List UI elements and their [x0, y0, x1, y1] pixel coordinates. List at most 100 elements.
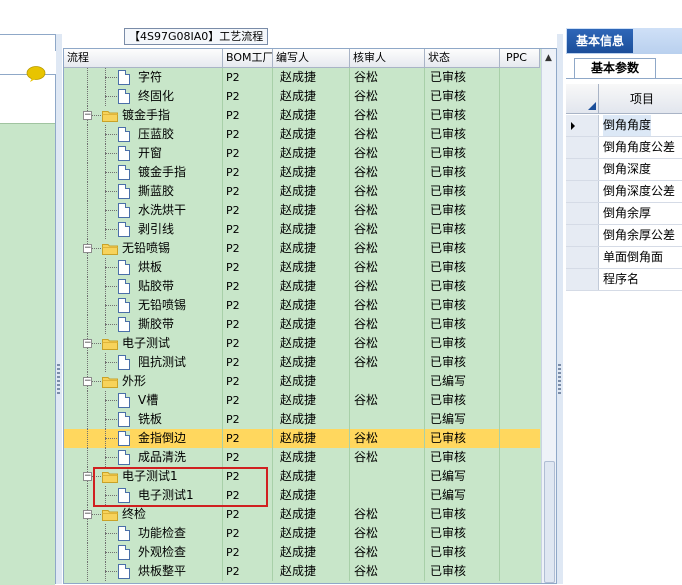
cell-divider: [222, 182, 223, 201]
cell-divider: [222, 543, 223, 562]
column-header-reviewer[interactable]: 核审人: [350, 49, 425, 68]
collapse-toggle-icon[interactable]: −: [83, 111, 92, 120]
writer-cell: 赵成捷: [280, 450, 317, 464]
writer-cell: 赵成捷: [280, 298, 317, 312]
collapse-toggle-icon[interactable]: −: [83, 339, 92, 348]
cell-divider: [272, 467, 273, 486]
row-indicator[interactable]: [566, 115, 599, 136]
collapse-toggle-icon[interactable]: −: [83, 510, 92, 519]
tree-guide-line: [105, 305, 117, 306]
collapse-toggle-icon[interactable]: −: [83, 244, 92, 253]
row-indicator[interactable]: [566, 225, 599, 246]
tree-step-row[interactable]: 压蓝胶 P2 赵成捷 谷松 已审核: [64, 125, 540, 144]
writer-cell: 赵成捷: [280, 222, 317, 236]
tree-step-row[interactable]: 终固化 P2 赵成捷 谷松 已审核: [64, 87, 540, 106]
tree-step-row[interactable]: 字符 P2 赵成捷 谷松 已审核: [64, 68, 540, 87]
collapse-toggle-icon[interactable]: −: [83, 472, 92, 481]
column-header-process[interactable]: 流程: [64, 49, 223, 68]
param-row[interactable]: 倒角余厚: [566, 203, 682, 225]
param-row[interactable]: 倒角余厚公差: [566, 225, 682, 247]
tree-guide-line: [105, 362, 117, 363]
right-splitter[interactable]: [557, 34, 563, 584]
cell-divider: [349, 334, 350, 353]
params-header-item[interactable]: 项目: [630, 84, 654, 114]
cell-divider: [499, 429, 500, 448]
row-indicator[interactable]: [566, 137, 599, 158]
tree-group-row[interactable]: − 终检 P2 赵成捷 谷松 已审核: [64, 505, 540, 524]
tree-step-row[interactable]: 铣板 P2 赵成捷 已编写: [64, 410, 540, 429]
tree-step-row[interactable]: 金指倒边 P2 赵成捷 谷松 已审核: [64, 429, 540, 448]
row-indicator[interactable]: [566, 247, 599, 268]
bom-cell: P2: [226, 280, 240, 293]
row-indicator[interactable]: [566, 159, 599, 180]
tree-step-row[interactable]: 水洗烘干 P2 赵成捷 谷松 已审核: [64, 201, 540, 220]
row-indicator[interactable]: [566, 269, 599, 290]
row-indicator[interactable]: [566, 181, 599, 202]
document-title-tab[interactable]: 【4S97G08IA0】工艺流程: [124, 28, 269, 45]
tree-step-row[interactable]: 外观检查 P2 赵成捷 谷松 已审核: [64, 543, 540, 562]
param-row[interactable]: 倒角深度公差: [566, 181, 682, 203]
comment-icon[interactable]: [26, 66, 46, 82]
tree-group-row[interactable]: − 外形 P2 赵成捷 已编写: [64, 372, 540, 391]
cell-divider: [222, 106, 223, 125]
cell-divider: [424, 467, 425, 486]
tree-step-row[interactable]: 开窗 P2 赵成捷 谷松 已审核: [64, 144, 540, 163]
tree-guide-line: [87, 562, 88, 581]
tree-step-row[interactable]: 贴胶带 P2 赵成捷 谷松 已审核: [64, 277, 540, 296]
tree-step-row[interactable]: V槽 P2 赵成捷 谷松 已审核: [64, 391, 540, 410]
param-row[interactable]: 倒角深度: [566, 159, 682, 181]
cell-divider: [499, 68, 500, 87]
left-splitter-grip[interactable]: [57, 364, 60, 394]
column-header-writer[interactable]: 编写人: [273, 49, 350, 68]
cell-divider: [349, 562, 350, 581]
tree-step-row[interactable]: 镀金手指 P2 赵成捷 谷松 已审核: [64, 163, 540, 182]
tree-guide-line: [105, 552, 117, 553]
bom-cell: P2: [226, 90, 240, 103]
tree-step-row[interactable]: 功能检查 P2 赵成捷 谷松 已审核: [64, 524, 540, 543]
cell-divider: [349, 353, 350, 372]
tab-basic-info[interactable]: 基本信息: [567, 29, 633, 53]
param-row[interactable]: 程序名: [566, 269, 682, 291]
bom-cell: P2: [226, 432, 240, 445]
left-splitter[interactable]: [56, 34, 62, 584]
tree-step-row[interactable]: 烘板整平 P2 赵成捷 谷松 已审核: [64, 562, 540, 581]
param-name: 倒角深度公差: [603, 184, 676, 198]
column-header-ppc[interactable]: PPC: [500, 49, 540, 68]
cell-divider: [499, 505, 500, 524]
tree-step-row[interactable]: 撕胶带 P2 赵成捷 谷松 已审核: [64, 315, 540, 334]
reviewer-cell: 谷松: [354, 317, 379, 331]
tree-step-row[interactable]: 成品清洗 P2 赵成捷 谷松 已审核: [64, 448, 540, 467]
tree-step-row[interactable]: 烘板 P2 赵成捷 谷松 已审核: [64, 258, 540, 277]
collapse-toggle-icon[interactable]: −: [83, 377, 92, 386]
scrollbar-thumb[interactable]: [544, 461, 555, 583]
param-row[interactable]: 倒角角度: [566, 115, 682, 137]
grid-vertical-scrollbar[interactable]: ▲: [541, 49, 556, 583]
row-indicator[interactable]: [566, 203, 599, 224]
tree-guide-line: [87, 486, 88, 505]
tree-step-row[interactable]: 无铅喷锡 P2 赵成捷 谷松 已审核: [64, 296, 540, 315]
cell-divider: [272, 315, 273, 334]
column-header-bom[interactable]: BOM工厂: [223, 49, 273, 68]
status-cell: 已审核: [430, 70, 467, 84]
tab-basic-params[interactable]: 基本参数: [574, 58, 656, 78]
right-splitter-grip[interactable]: [558, 364, 561, 394]
param-row[interactable]: 倒角角度公差: [566, 137, 682, 159]
scroll-up-arrow-icon[interactable]: ▲: [545, 53, 552, 63]
tree-step-row[interactable]: 阻抗测试 P2 赵成捷 谷松 已审核: [64, 353, 540, 372]
cell-divider: [349, 87, 350, 106]
tree-guide-line: [105, 324, 117, 325]
param-row[interactable]: 单面倒角面: [566, 247, 682, 269]
step-name: 烘板整平: [138, 564, 187, 578]
status-cell: 已审核: [430, 298, 467, 312]
tree-step-row[interactable]: 剥引线 P2 赵成捷 谷松 已审核: [64, 220, 540, 239]
reviewer-cell: 谷松: [354, 298, 379, 312]
bom-cell: P2: [226, 546, 240, 559]
column-header-status[interactable]: 状态: [425, 49, 500, 68]
tree-group-row[interactable]: − 无铅喷锡 P2 赵成捷 谷松 已审核: [64, 239, 540, 258]
cell-divider: [499, 163, 500, 182]
tree-group-row[interactable]: − 电子测试 P2 赵成捷 谷松 已审核: [64, 334, 540, 353]
cell-divider: [222, 163, 223, 182]
tree-group-row[interactable]: − 镀金手指 P2 赵成捷 谷松 已审核: [64, 106, 540, 125]
bom-cell: P2: [226, 394, 240, 407]
tree-step-row[interactable]: 撕蓝胶 P2 赵成捷 谷松 已审核: [64, 182, 540, 201]
